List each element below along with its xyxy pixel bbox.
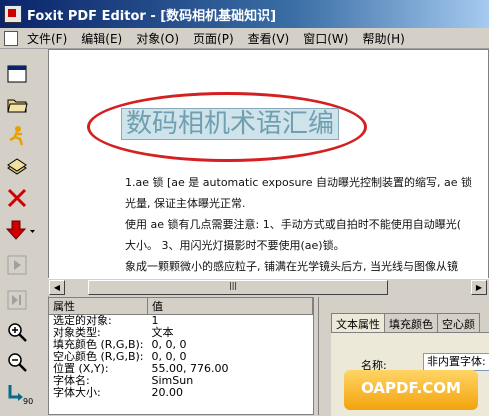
document-icon[interactable] [4,30,18,46]
font-name-field[interactable]: 非内置字体: [423,353,489,371]
tab-text-properties[interactable]: 文本属性 [331,313,385,334]
tab-fill-color[interactable]: 填充颜色 [384,313,438,334]
property-name: 字体大小: [53,386,101,399]
menu-help[interactable]: 帮助(H) [355,30,411,47]
menu-edit[interactable]: 编辑(E) [74,30,129,47]
menu-view[interactable]: 查看(V) [241,30,297,47]
app-icon[interactable] [4,5,22,23]
property-value: 20.00 [151,386,184,399]
properties-panel: 属性 值 选定的对象: 1 对象类型: 文本 填充颜色 (R,G,B): 0, … [48,297,314,415]
tab-stroke-color[interactable]: 空心颜 [437,313,480,334]
watermark-logo: OAPDF.COM [344,370,478,410]
text-properties-tabs: 文本属性 填充颜色 空心颜 [331,313,480,334]
document-canvas[interactable]: 数码相机术语汇编 1.ae 锁 [ae 是 automatic exposure… [48,49,489,296]
document-line: 1.ae 锁 [ae 是 automatic exposure 自动曝光控制装置… [125,176,472,189]
window-title: Foxit PDF Editor - [数码相机基础知识] [27,8,277,24]
scroll-thumb[interactable] [88,280,388,295]
menu-bar: 文件(F) 编辑(E) 对象(O) 页面(P) 查看(V) 窗口(W) 帮助(H… [0,28,489,49]
zoom-in-icon[interactable] [6,321,28,343]
runner-icon[interactable] [6,125,28,147]
svg-text:90: 90 [23,397,33,405]
next-icon[interactable] [6,289,28,311]
zoom-out-icon[interactable] [6,351,28,373]
property-column-header[interactable]: 属性 [49,298,148,315]
rotate-icon[interactable]: 90 [6,383,36,405]
property-row: 字体大小: 20.00 [49,387,313,399]
value-column-header[interactable]: 值 [147,298,313,315]
document-line: 大小。 3、用闪光灯摄影时不要使用(ae)锁。 [125,239,345,252]
layer-icon[interactable] [6,156,28,178]
document-line: 光量, 保证主体曝光正常. [125,197,246,210]
menu-window[interactable]: 窗口(W) [296,30,355,47]
download-icon[interactable] [6,219,36,241]
delete-icon[interactable] [6,187,28,209]
menu-page[interactable]: 页面(P) [186,30,241,47]
play-icon[interactable] [6,254,28,276]
title-bar: Foxit PDF Editor - [数码相机基础知识] [0,0,489,28]
horizontal-scrollbar[interactable]: ◀ ▶ [48,278,489,296]
menu-object[interactable]: 对象(O) [129,30,186,47]
document-line: 象成一颗颗微小的感应粒子, 铺满在光学镜头后方, 当光线与图像从镜 [125,260,458,273]
menu-file[interactable]: 文件(F) [20,30,74,47]
selected-text-object[interactable]: 数码相机术语汇编 [121,108,340,140]
open-folder-icon[interactable] [6,93,28,115]
scroll-left-button[interactable]: ◀ [49,280,65,295]
document-line: 使用 ae 锁有几点需要注意: 1、手动方式或自拍时不能使用自动曝光( [125,218,461,231]
window-icon[interactable] [6,63,28,85]
left-toolbar: 90 [0,49,49,415]
scroll-right-button[interactable]: ▶ [471,280,487,295]
